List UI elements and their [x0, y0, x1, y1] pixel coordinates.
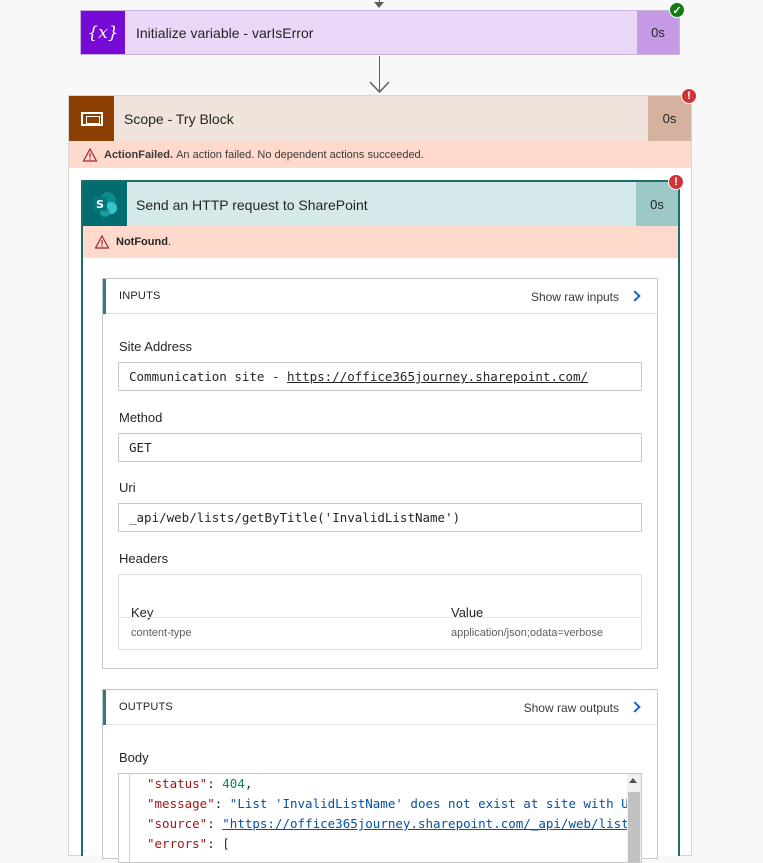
success-check-icon: ✓ — [669, 2, 685, 18]
scroll-up-icon[interactable] — [629, 778, 637, 783]
scope-title: Scope - Try Block — [124, 111, 234, 127]
warning-icon — [83, 147, 97, 162]
http-error-banner: NotFound. — [83, 226, 678, 258]
outputs-label: OUTPUTS — [119, 701, 173, 713]
chevron-right-icon[interactable] — [629, 290, 641, 302]
header-value: application/json;odata=verbose — [451, 627, 603, 639]
inputs-label: INPUTS — [119, 290, 161, 302]
chevron-right-icon[interactable] — [629, 701, 641, 713]
connector-arrow-icon — [369, 81, 390, 94]
body-line: "message": "List 'InvalidListName' does … — [147, 796, 637, 811]
scope-header[interactable]: Scope - Try Block 0s — [69, 96, 691, 141]
scope-icon — [69, 96, 114, 141]
uri-label: Uri — [119, 480, 136, 495]
body-code-viewer[interactable]: "status": 404, "message": "List 'Invalid… — [118, 773, 642, 863]
site-address-field: Communication site - https://office365jo… — [118, 362, 642, 391]
scroll-thumb[interactable] — [628, 792, 640, 862]
http-title: Send an HTTP request to SharePoint — [136, 197, 368, 213]
site-address-prefix: Communication site - — [129, 369, 288, 384]
header-key: content-type — [131, 627, 192, 639]
headers-table: Key Value content-type application/json;… — [118, 574, 642, 650]
code-scrollbar[interactable] — [627, 774, 641, 862]
method-label: Method — [119, 410, 163, 425]
http-error-icon: ! — [668, 174, 684, 190]
initialize-variable-title: Initialize variable - varIsError — [136, 25, 314, 41]
warning-icon — [95, 235, 109, 249]
svg-text:S: S — [96, 198, 104, 211]
show-raw-inputs-link[interactable]: Show raw inputs — [531, 290, 619, 304]
body-line: "status": 404, — [147, 776, 253, 791]
initialize-variable-card[interactable]: {x} Initialize variable - varIsError 0s — [80, 10, 680, 55]
scope-error-icon: ! — [681, 88, 697, 104]
body-label: Body — [119, 750, 149, 765]
uri-field: _api/web/lists/getByTitle('InvalidListNa… — [118, 503, 642, 532]
site-address-url[interactable]: https://office365journey.sharepoint.com/ — [287, 369, 588, 384]
body-line: "errors": [ — [147, 836, 230, 851]
http-error-code: NotFound — [116, 236, 168, 248]
site-address-label: Site Address — [119, 339, 192, 354]
initialize-variable-duration: 0s — [637, 11, 679, 54]
connector-top-arrow — [374, 2, 384, 8]
scope-error-message: An action failed. No dependent actions s… — [176, 148, 424, 161]
inputs-header: INPUTS Show raw inputs — [103, 279, 657, 314]
outputs-header: OUTPUTS Show raw outputs — [103, 690, 657, 725]
scope-error-banner: ActionFailed. An action failed. No depen… — [69, 141, 691, 168]
sharepoint-icon: S — [83, 182, 127, 226]
scope-error-code: ActionFailed. — [104, 148, 174, 161]
show-raw-outputs-link[interactable]: Show raw outputs — [524, 701, 619, 715]
http-header[interactable]: S Send an HTTP request to SharePoint 0s — [83, 182, 678, 226]
body-line: "source": "https://office365journey.shar… — [147, 816, 637, 831]
http-error-suffix: . — [167, 236, 171, 248]
headers-label: Headers — [119, 551, 169, 566]
method-field: GET — [118, 433, 642, 462]
variable-icon: {x} — [81, 11, 125, 54]
